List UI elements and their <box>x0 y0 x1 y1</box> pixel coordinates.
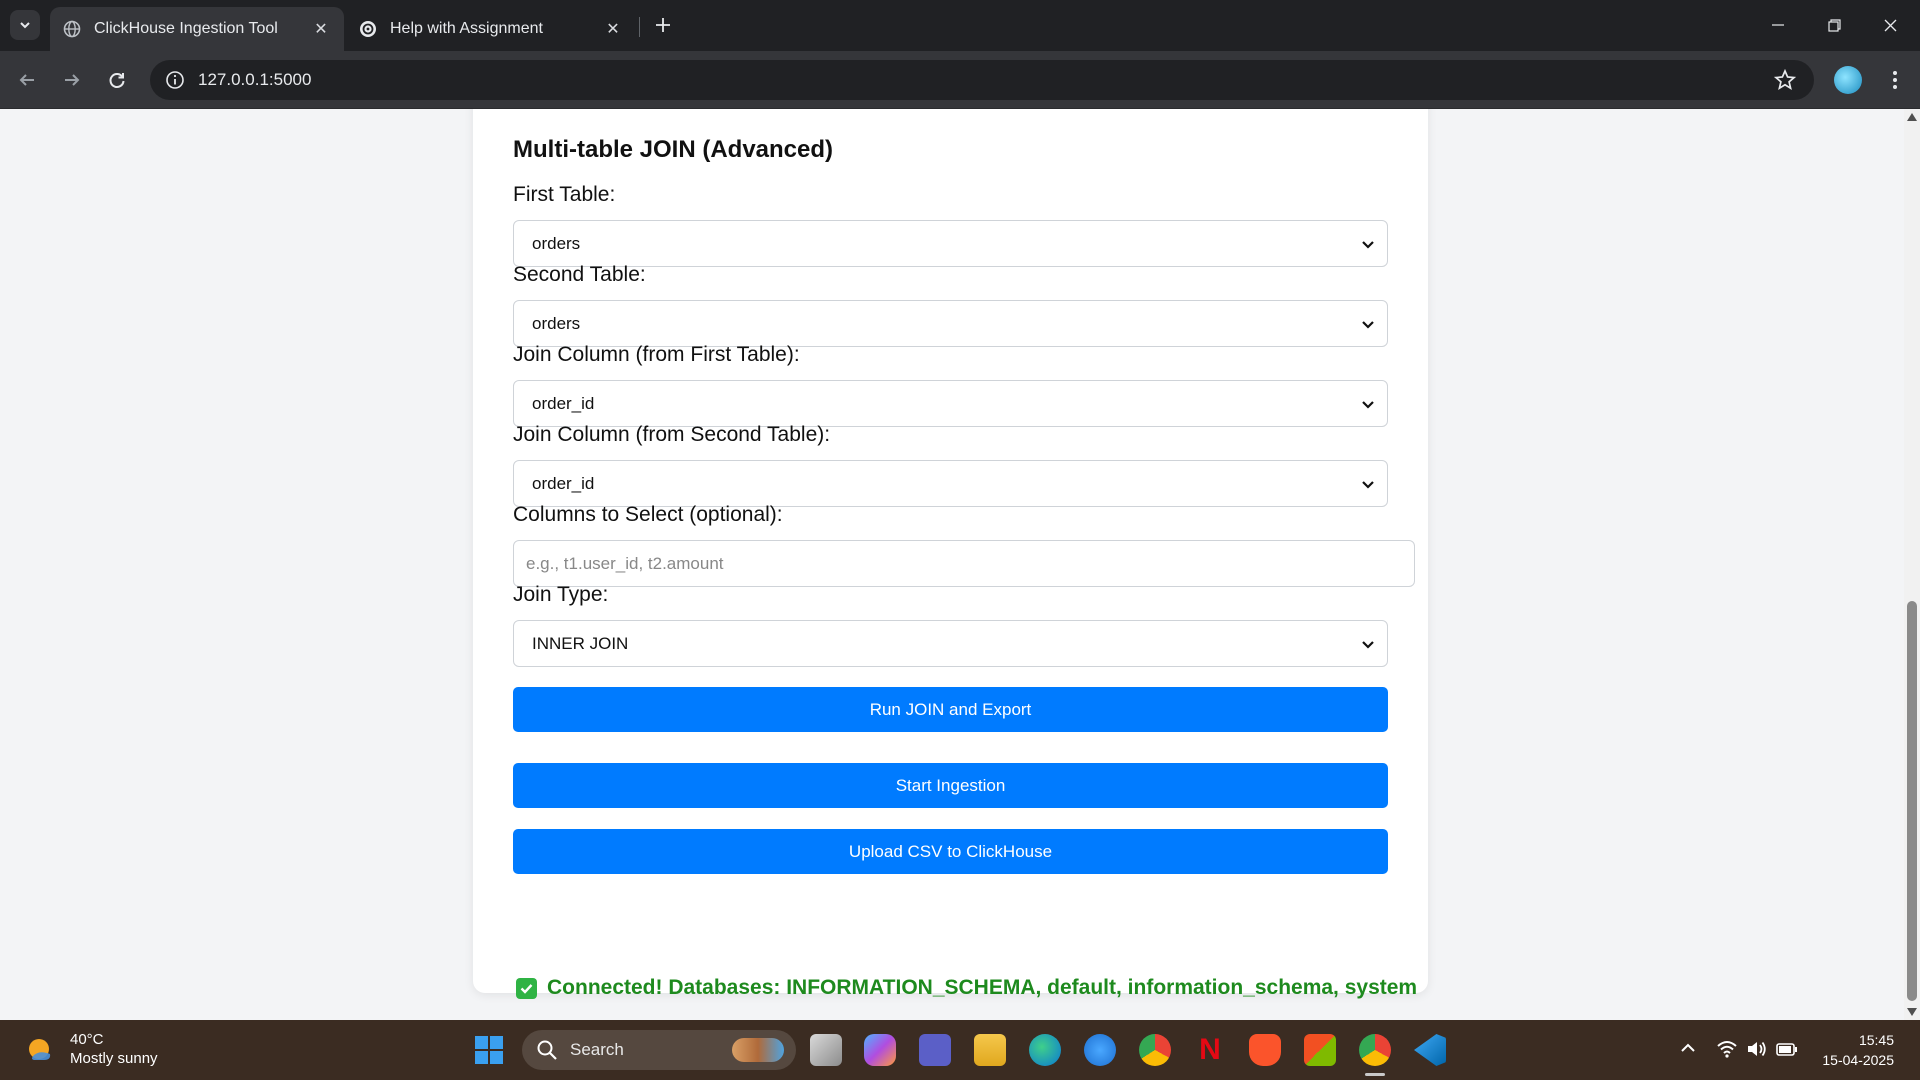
page-viewport: Multi-table JOIN (Advanced) First Table:… <box>0 109 1904 1020</box>
run-join-button[interactable]: Run JOIN and Export <box>513 687 1388 732</box>
back-button[interactable] <box>11 64 43 96</box>
columns-select-label: Columns to Select (optional): <box>513 503 783 526</box>
arrow-right-icon <box>65 74 80 86</box>
join-column-second-select[interactable]: order_id <box>513 460 1388 507</box>
profile-avatar[interactable] <box>1834 66 1862 94</box>
copilot-icon[interactable] <box>864 1034 896 1066</box>
browser-menu-button[interactable] <box>1880 65 1910 95</box>
reload-button[interactable] <box>101 64 133 96</box>
new-tab-button[interactable] <box>650 12 676 38</box>
reload-icon <box>109 73 125 88</box>
second-table-value: orders <box>532 313 581 333</box>
netflix-icon[interactable]: N <box>1194 1034 1226 1066</box>
tab-title: ClickHouse Ingestion Tool <box>94 20 278 37</box>
join-column-first-select[interactable]: order_id <box>513 380 1388 427</box>
connection-status-text: Connected! Databases: INFORMATION_SCHEMA… <box>547 976 1418 999</box>
edge-icon[interactable] <box>1029 1034 1061 1066</box>
minimize-icon <box>1772 24 1784 26</box>
chevron-down-icon <box>20 22 30 29</box>
weather-condition: Mostly sunny <box>70 1050 158 1067</box>
check-icon <box>516 977 537 999</box>
chevron-down-icon <box>1362 401 1374 409</box>
join-card: Multi-table JOIN (Advanced) First Table:… <box>473 109 1428 999</box>
start-ingestion-button[interactable]: Start Ingestion <box>513 763 1388 808</box>
second-table-select[interactable]: orders <box>513 300 1388 347</box>
vscode-icon[interactable] <box>1414 1034 1446 1066</box>
arrow-left-icon <box>19 74 34 86</box>
minimize-button[interactable] <box>1756 8 1800 42</box>
help-icon[interactable] <box>1084 1034 1116 1066</box>
join-column-second-value: order_id <box>532 473 595 493</box>
page-scrollbar[interactable] <box>1904 109 1920 1020</box>
chevron-down-icon <box>1362 641 1374 649</box>
weather-widget[interactable]: 40°C Mostly sunny <box>24 1030 158 1068</box>
file-explorer-icon[interactable] <box>974 1034 1006 1066</box>
connection-status: Connected! Databases: INFORMATION_SCHEMA… <box>516 976 1417 1000</box>
tab-separator <box>639 17 640 37</box>
tab-help-assignment[interactable]: Help with Assignment ✕ <box>346 7 636 51</box>
globe-icon <box>62 19 82 39</box>
taskbar-search[interactable]: Search <box>522 1030 796 1070</box>
volume-icon[interactable] <box>1746 1039 1768 1059</box>
taskbar-search-label: Search <box>570 1040 624 1059</box>
close-icon[interactable]: ✕ <box>602 18 624 40</box>
close-icon[interactable]: ✕ <box>310 18 332 40</box>
upload-csv-button[interactable]: Upload CSV to ClickHouse <box>513 829 1388 874</box>
chevron-up-icon[interactable] <box>1680 1040 1696 1056</box>
tab-clickhouse-ingestion[interactable]: ClickHouse Ingestion Tool ✕ <box>50 7 344 51</box>
tab-title: Help with Assignment <box>390 20 543 37</box>
close-window-button[interactable] <box>1868 8 1912 42</box>
clock-time: 15:45 <box>1858 1032 1894 1048</box>
browser-tab-bar: ClickHouse Ingestion Tool ✕ Help with As… <box>0 0 1920 51</box>
teams-icon[interactable] <box>919 1034 951 1066</box>
join-column-first-label: Join Column (from First Table): <box>513 343 800 366</box>
chrome-active-icon[interactable] <box>1359 1034 1391 1076</box>
chrome-icon[interactable] <box>1139 1034 1171 1066</box>
scrollbar-thumb[interactable] <box>1907 601 1917 1001</box>
chatgpt-icon <box>358 19 378 39</box>
forward-button[interactable] <box>56 64 88 96</box>
address-bar[interactable]: 127.0.0.1:5000 <box>150 60 1814 100</box>
first-table-select[interactable]: orders <box>513 220 1388 267</box>
browser-toolbar: 127.0.0.1:5000 <box>0 51 1920 109</box>
join-type-select[interactable]: INNER JOIN <box>513 620 1388 667</box>
more-vert-icon <box>1893 71 1897 89</box>
first-table-label: First Table: <box>513 183 616 206</box>
join-type-label: Join Type: <box>513 583 609 606</box>
site-info-icon[interactable] <box>164 69 186 91</box>
taskbar: 40°C Mostly sunny Search N 15:45 15-04-2… <box>0 1020 1920 1080</box>
bookmark-star-icon[interactable] <box>1774 69 1796 91</box>
wifi-icon[interactable] <box>1716 1039 1738 1059</box>
store-icon[interactable] <box>1304 1034 1336 1066</box>
section-title: Multi-table JOIN (Advanced) <box>513 136 834 163</box>
file-manager-icon[interactable] <box>810 1034 842 1066</box>
restore-icon <box>1827 18 1841 32</box>
columns-select-input[interactable] <box>513 540 1415 587</box>
weather-text: 40°C Mostly sunny <box>70 1030 158 1068</box>
chevron-down-icon <box>1362 241 1374 249</box>
clock-date: 15-04-2025 <box>1822 1052 1894 1068</box>
join-column-second-label: Join Column (from Second Table): <box>513 423 831 446</box>
weather-temp: 40°C <box>70 1031 104 1048</box>
url-text: 127.0.0.1:5000 <box>198 70 312 89</box>
plus-icon <box>656 18 670 32</box>
system-clock[interactable]: 15:45 15-04-2025 <box>1822 1030 1894 1070</box>
chevron-down-icon <box>1362 481 1374 489</box>
second-table-label: Second Table: <box>513 263 646 286</box>
join-column-first-value: order_id <box>532 393 595 413</box>
restore-button[interactable] <box>1812 8 1856 42</box>
weather-sunny-icon <box>29 1039 51 1060</box>
search-icon <box>537 1040 557 1060</box>
first-table-value: orders <box>532 233 581 253</box>
close-icon <box>1884 19 1896 31</box>
join-type-value: INNER JOIN <box>532 633 629 653</box>
scroll-down-icon[interactable] <box>1907 1008 1917 1016</box>
tab-search-button[interactable] <box>10 10 40 40</box>
chevron-down-icon <box>1362 321 1374 329</box>
brave-icon[interactable] <box>1249 1034 1281 1066</box>
search-highlight-icon <box>732 1038 784 1062</box>
battery-icon[interactable] <box>1776 1039 1798 1059</box>
windows-start-icon[interactable] <box>474 1035 504 1065</box>
scroll-up-icon[interactable] <box>1907 113 1917 121</box>
